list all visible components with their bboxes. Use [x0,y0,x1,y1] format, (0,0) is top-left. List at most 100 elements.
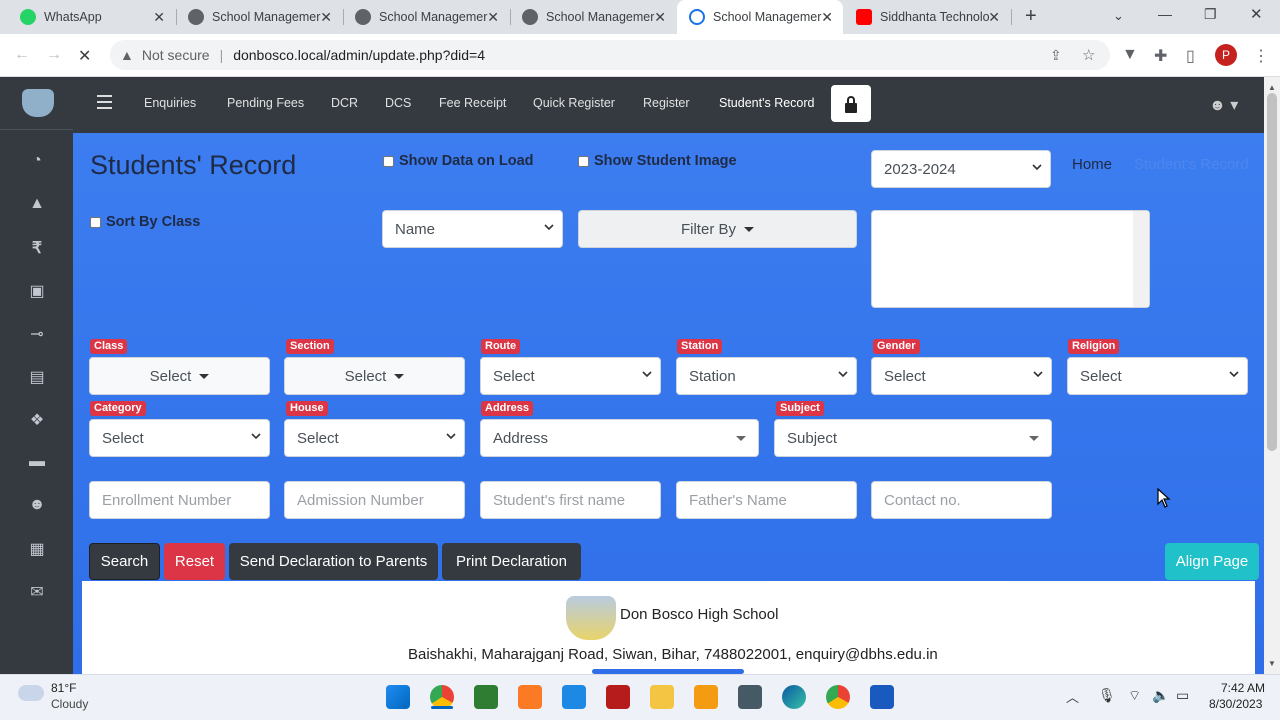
weather-temp[interactable]: 81°F [51,681,76,695]
profile-avatar[interactable]: P [1215,44,1237,66]
minimize-icon[interactable]: — [1158,6,1172,22]
station-select[interactable]: Station [676,357,857,395]
terminal-icon[interactable] [694,685,718,709]
contact-number-input[interactable]: Contact no. [871,481,1052,519]
extensions-icon[interactable]: ✚ [1154,46,1167,66]
bookmark-star-icon[interactable]: ☆ [1082,46,1095,64]
wifi-icon[interactable]: ⌔ [1128,687,1141,705]
enrollment-number-input[interactable]: Enrollment Number [89,481,270,519]
cubes-icon[interactable]: ❖ [26,410,48,430]
school-logo[interactable] [22,89,54,117]
hamburger-menu-icon[interactable] [97,95,112,109]
close-icon[interactable]: ✕ [654,9,666,26]
stop-loading-icon[interactable]: ✕ [78,46,91,66]
battery-icon[interactable]: ▭ [1176,687,1189,704]
share-icon[interactable]: ⇪ [1050,47,1062,64]
filezilla-icon[interactable] [606,685,630,709]
chevron-up-icon[interactable]: ︿ [1066,687,1079,706]
search-field-select[interactable]: Name [382,210,563,248]
search-button[interactable]: Search [89,543,160,580]
close-icon[interactable]: ✕ [988,9,1000,26]
tab-school-management-2[interactable]: School Managemer ✕ [343,0,509,34]
nav-register[interactable]: Register [643,96,690,110]
close-icon[interactable]: ✕ [821,9,833,26]
envelope-icon[interactable]: ✉ [26,582,48,602]
route-select[interactable]: Select [480,357,661,395]
print-declaration-button[interactable]: Print Declaration [442,543,581,580]
class-dropdown[interactable]: Select [89,357,270,395]
chart-icon[interactable]: ▤ [26,367,48,387]
menu-kebab-icon[interactable]: ⋮ [1253,46,1269,66]
extension-shield-icon[interactable]: ▼ [1122,46,1138,64]
reset-button[interactable]: Reset [164,543,225,580]
show-data-on-load-checkbox[interactable]: Show Data on Load [383,153,534,169]
word-icon[interactable] [870,685,894,709]
scrollbar-thumb[interactable] [1267,93,1277,451]
user-menu-icon[interactable]: ☻ ▾ [1209,95,1238,115]
book-icon[interactable]: ▬ [26,453,48,473]
nav-enquiries[interactable]: Enquiries [144,96,196,110]
address-select[interactable]: Address [480,419,759,457]
nav-dcr[interactable]: DCR [331,96,358,110]
chevron-down-icon[interactable]: ⌄ [1113,8,1124,24]
rupee-icon[interactable]: ₹ [26,238,48,258]
url-field[interactable]: ▲ Not secure | donbosco.local/admin/upda… [110,40,1110,70]
show-student-image-checkbox[interactable]: Show Student Image [578,153,737,169]
sort-by-class-checkbox[interactable]: Sort By Class [90,214,200,230]
subject-select[interactable]: Subject [774,419,1052,457]
father-name-input[interactable]: Father's Name [676,481,857,519]
gender-select[interactable]: Select [871,357,1052,395]
close-icon[interactable]: ✕ [320,9,332,26]
clock-time[interactable]: 7:42 AM [1221,681,1265,695]
excel-like-icon[interactable] [474,685,498,709]
window-close-icon[interactable]: ✕ [1250,5,1263,23]
category-select[interactable]: Select [89,419,270,457]
nav-dcs[interactable]: DCS [385,96,411,110]
xampp-icon[interactable] [518,685,542,709]
chrome-icon-2[interactable] [826,685,850,709]
tab-school-management-active[interactable]: School Managemer ✕ [677,0,843,34]
volume-icon[interactable]: 🔈 [1152,687,1169,704]
nav-students-record[interactable]: Student's Record [719,96,815,110]
dashboard-gauge-icon[interactable]: ◔ [26,152,48,172]
breadcrumb-home[interactable]: Home [1072,156,1112,173]
users-icon[interactable]: ☻ [26,496,48,516]
tab-school-management-1[interactable]: School Managemer ✕ [176,0,342,34]
network-tool-icon[interactable] [738,685,762,709]
religion-select[interactable]: Select [1067,357,1248,395]
id-badge-icon[interactable]: ▣ [26,281,48,301]
weather-condition[interactable]: Cloudy [51,697,88,711]
back-icon[interactable]: ← [14,46,30,64]
section-dropdown[interactable]: Select [284,357,465,395]
graduate-icon[interactable]: ▲ [26,195,48,215]
nav-fee-receipt[interactable]: Fee Receipt [439,96,506,110]
page-scrollbar[interactable]: ▲ ▼ [1264,77,1280,674]
route-icon[interactable]: ⊸ [26,324,48,344]
side-panel-icon[interactable]: ▯ [1186,46,1195,66]
nav-quick-register[interactable]: Quick Register [533,96,615,110]
microphone-icon[interactable]: 🎙 [1098,687,1116,704]
session-select[interactable]: 2023-2024 [871,150,1051,188]
house-select[interactable]: Select [284,419,465,457]
lock-button[interactable] [831,85,871,122]
close-icon[interactable]: ✕ [487,9,499,26]
tab-whatsapp[interactable]: WhatsApp ✕ [0,0,175,34]
align-page-button[interactable]: Align Page [1165,543,1259,580]
nav-pending-fees[interactable]: Pending Fees [227,96,304,110]
close-icon[interactable]: ✕ [153,9,165,26]
filter-textarea[interactable] [871,210,1150,308]
vscode-icon[interactable] [562,685,586,709]
tab-siddhanta[interactable]: Siddhanta Technolo ✕ [844,0,1010,34]
filter-by-dropdown[interactable]: Filter By [578,210,857,248]
student-first-name-input[interactable]: Student's first name [480,481,661,519]
tab-school-management-3[interactable]: School Managemer ✕ [510,0,676,34]
new-tab-icon[interactable]: + [1025,5,1037,28]
calendar-icon[interactable]: ▦ [26,539,48,559]
edge-icon[interactable] [782,685,806,709]
send-declaration-button[interactable]: Send Declaration to Parents [229,543,438,580]
restore-icon[interactable]: ❐ [1204,6,1217,23]
file-explorer-icon[interactable] [650,685,674,709]
clock-date[interactable]: 8/30/2023 [1209,697,1262,711]
forward-icon[interactable]: → [46,46,62,64]
windows-start-icon[interactable] [386,685,410,709]
